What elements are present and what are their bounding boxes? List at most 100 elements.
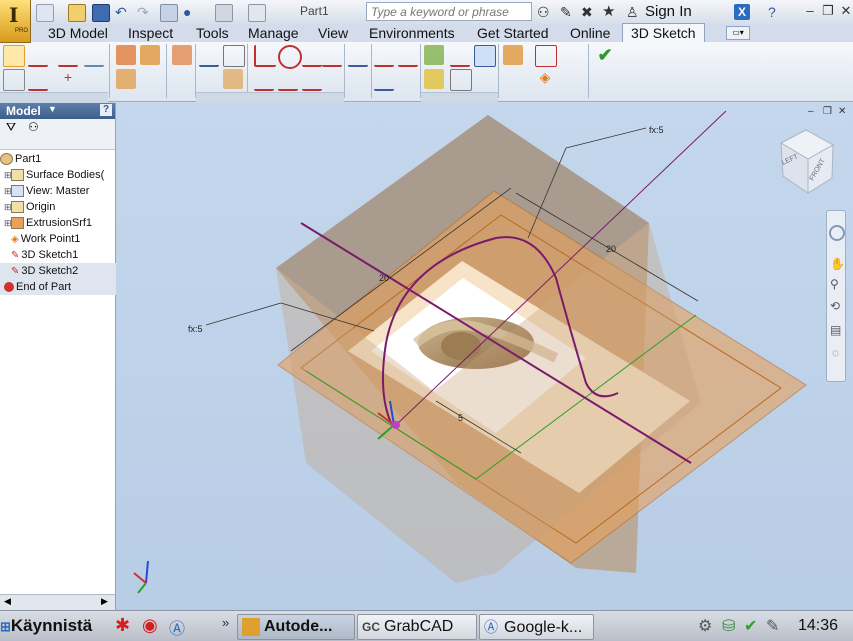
chevron-down-icon[interactable]: ▼: [48, 104, 57, 114]
tab-online[interactable]: Online: [570, 24, 610, 42]
open-folder-icon[interactable]: [68, 4, 86, 22]
tab-inspect[interactable]: Inspect: [128, 24, 173, 42]
equation-curve-icon[interactable]: [28, 69, 48, 91]
dimension-icon[interactable]: [199, 45, 219, 67]
tab-3d-sketch[interactable]: 3D Sketch: [622, 23, 705, 42]
help-icon[interactable]: ?: [768, 4, 784, 20]
update-icon[interactable]: ●: [183, 4, 199, 20]
browser-item-origin[interactable]: ⊞ Origin: [0, 199, 116, 215]
pan-hand-icon[interactable]: ✋: [830, 257, 845, 271]
quicklaunch-gear-icon[interactable]: ✱: [115, 615, 130, 636]
arc-tool-icon[interactable]: [28, 45, 48, 67]
tray-network-icon[interactable]: ⚙: [698, 616, 712, 636]
spline-tool-icon[interactable]: [58, 45, 78, 67]
return-icon[interactable]: [160, 4, 178, 22]
application-menu-button[interactable]: I PRO: [0, 0, 31, 43]
favorites-star-icon[interactable]: ★: [602, 4, 618, 20]
tab-3d-model[interactable]: 3D Model: [48, 24, 108, 42]
tray-tools-icon[interactable]: ✎: [766, 616, 779, 636]
binoculars-icon[interactable]: ⚇: [537, 4, 553, 20]
convert-icon[interactable]: [450, 45, 470, 67]
taskbar-clock[interactable]: 14:36: [798, 614, 838, 638]
new-file-icon[interactable]: [36, 4, 54, 22]
auto-dimension-icon[interactable]: [223, 45, 245, 67]
look-at-icon[interactable]: ▤: [830, 323, 841, 337]
work-point-icon[interactable]: ◈: [535, 69, 555, 89]
tray-update-icon[interactable]: ⛁: [722, 616, 735, 636]
expand-icon[interactable]: ⊞: [4, 183, 12, 199]
search-input[interactable]: Type a keyword or phrase: [366, 2, 532, 21]
find-binoculars-icon[interactable]: ⚇: [28, 120, 39, 134]
tangent-constraint-icon[interactable]: [278, 45, 302, 69]
browser-item-work-point1[interactable]: ◈ Work Point1: [0, 231, 123, 247]
dimension-20-top[interactable]: 20: [606, 244, 616, 254]
trim-icon[interactable]: [374, 45, 394, 67]
viewport-restore-icon[interactable]: ❐: [823, 106, 832, 117]
line-tool-icon[interactable]: [3, 45, 25, 67]
viewport-minimize-icon[interactable]: –: [808, 106, 814, 117]
tray-check-icon[interactable]: ✔: [744, 616, 757, 636]
browser-horizontal-scrollbar[interactable]: ◀ ▶: [0, 594, 115, 610]
plane-icon[interactable]: [503, 45, 523, 65]
filter-icon[interactable]: ⛛: [6, 120, 16, 135]
parallel-constraint-icon[interactable]: [254, 69, 274, 91]
construction-icon[interactable]: [474, 45, 496, 67]
browser-item-end-of-part[interactable]: End of Part: [0, 279, 116, 295]
include-geometry-icon[interactable]: [172, 45, 192, 65]
quicklaunch-app-icon[interactable]: Ⓐ: [169, 615, 185, 639]
scroll-right-icon[interactable]: ▶: [101, 596, 108, 607]
expand-icon[interactable]: ⊞: [4, 215, 12, 231]
viewport-close-icon[interactable]: ✕: [838, 106, 846, 117]
wrench-icon[interactable]: ✎: [560, 4, 576, 20]
coincident-constraint-icon[interactable]: [302, 45, 322, 67]
axis-icon[interactable]: [535, 45, 557, 67]
intersection-curve-icon[interactable]: [140, 45, 160, 65]
panel-footer[interactable]: [0, 92, 108, 102]
dimension-20-left[interactable]: 20: [379, 273, 389, 283]
project-to-surface-icon[interactable]: [116, 45, 136, 65]
browser-item-view-master[interactable]: ⊞ View: Master: [0, 183, 116, 199]
tab-view[interactable]: View: [318, 24, 348, 42]
collinear-constraint-icon[interactable]: [322, 45, 342, 67]
helix-tool-icon[interactable]: [3, 69, 25, 91]
bend-tool-icon[interactable]: [84, 45, 104, 67]
browser-item-3d-sketch2[interactable]: ✎ 3D Sketch2: [0, 263, 123, 279]
panel-footer[interactable]: [421, 92, 498, 102]
show-constraints-icon[interactable]: [223, 69, 243, 89]
fx-label-left[interactable]: fx:5: [188, 324, 203, 334]
smooth-constraint-icon[interactable]: [278, 69, 298, 91]
close-button[interactable]: ✕: [836, 2, 853, 20]
insert-image-icon[interactable]: [424, 69, 444, 89]
zoom-all-icon[interactable]: ☼: [830, 345, 841, 359]
perpendicular-constraint-icon[interactable]: [254, 45, 276, 67]
redo-icon[interactable]: ↷: [137, 4, 153, 20]
sign-in-link[interactable]: Sign In: [645, 3, 692, 20]
model-canvas[interactable]: fx:5 fx:5 20 20 5 LEFT FRONT: [116, 103, 853, 610]
parameters-icon[interactable]: [424, 45, 444, 65]
browser-item-3d-sketch1[interactable]: ✎ 3D Sketch1: [0, 247, 123, 263]
quicklaunch-record-icon[interactable]: ◉: [142, 615, 158, 636]
dimension-5[interactable]: 5: [458, 413, 463, 423]
finish-sketch-icon[interactable]: ✔: [595, 45, 615, 65]
mirror-icon[interactable]: [348, 45, 368, 67]
browser-item-part1[interactable]: Part1: [0, 151, 112, 167]
zoom-icon[interactable]: ⚲: [830, 277, 839, 291]
taskbar-item-autodesk[interactable]: Autode...: [237, 614, 355, 640]
tab-manage[interactable]: Manage: [248, 24, 299, 42]
split-icon[interactable]: [374, 69, 394, 91]
silhouette-curve-icon[interactable]: [116, 69, 136, 89]
select-icon[interactable]: [215, 4, 233, 22]
extend-icon[interactable]: [398, 45, 418, 67]
expand-icon[interactable]: ⊞: [4, 199, 12, 215]
subscription-icon[interactable]: ✖: [581, 4, 597, 20]
graphics-viewport[interactable]: fx:5 fx:5 20 20 5 LEFT FRONT – ❐ ✕: [116, 103, 853, 610]
tab-get-started[interactable]: Get Started: [477, 24, 549, 42]
browser-title[interactable]: Model: [6, 104, 41, 118]
browser-item-surface-bodies[interactable]: ⊞ Surface Bodies(: [0, 167, 116, 183]
fx-label-top[interactable]: fx:5: [649, 125, 664, 135]
restore-button[interactable]: ❐: [818, 2, 838, 20]
start-button[interactable]: ⊞Käynnistä: [0, 614, 92, 639]
orbit-icon[interactable]: ⟲: [830, 299, 840, 313]
undo-icon[interactable]: ↶: [115, 4, 131, 20]
save-icon[interactable]: [92, 4, 110, 22]
